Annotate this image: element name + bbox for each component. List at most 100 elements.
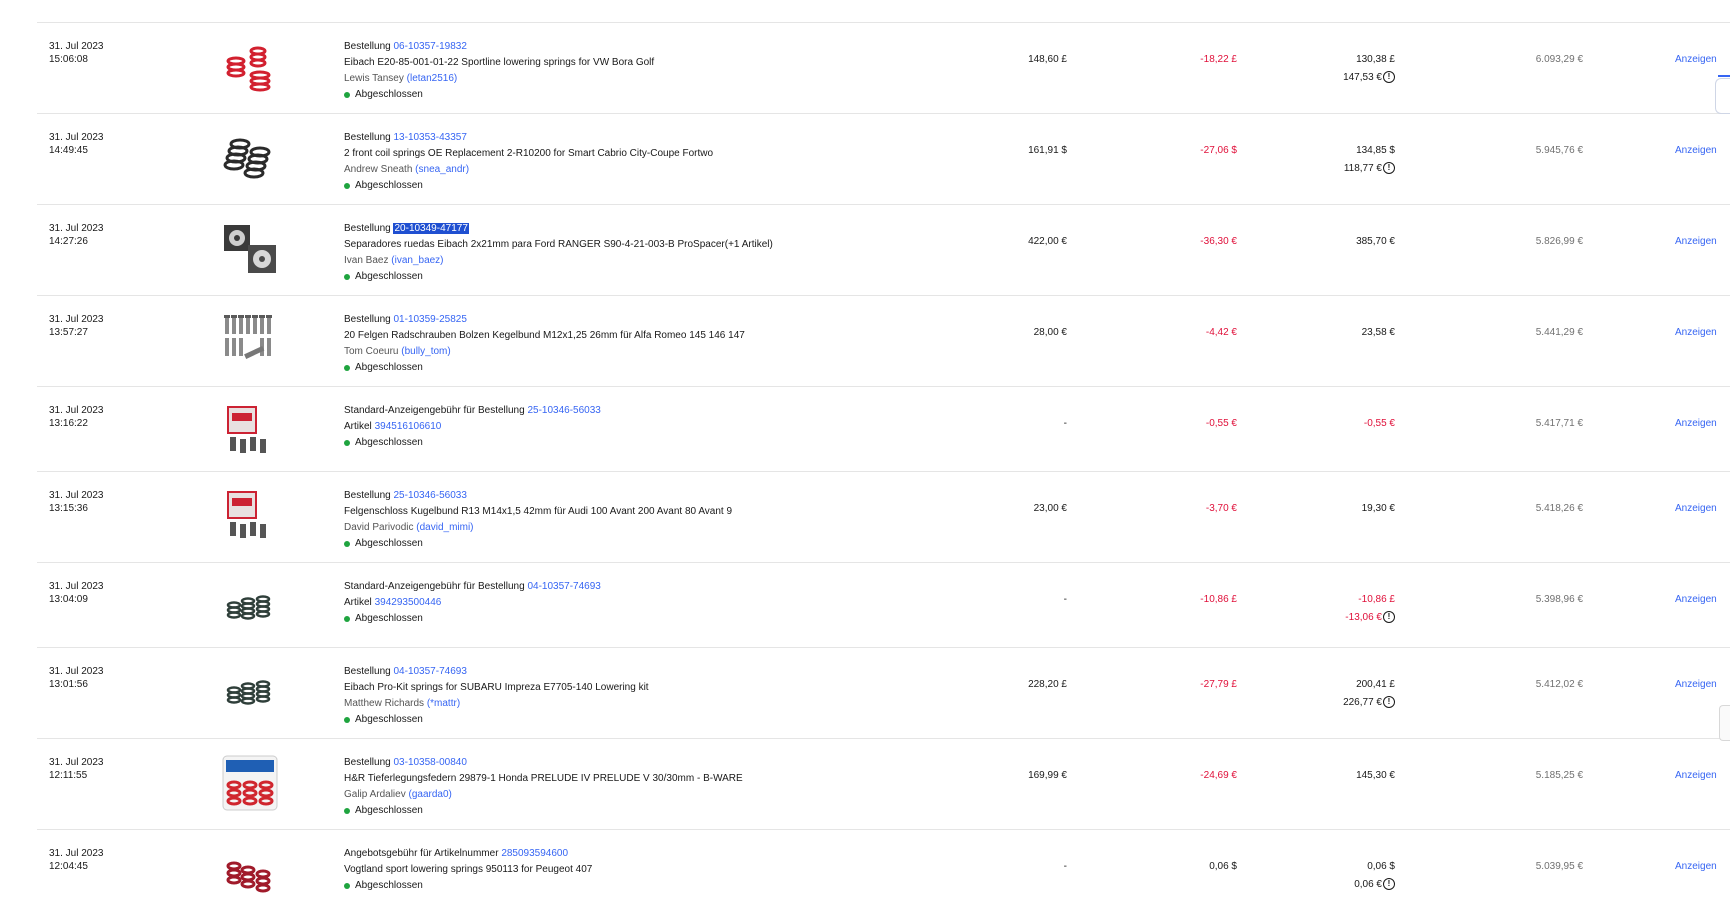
buyer-name: Matthew Richards	[344, 698, 425, 709]
item-title: Vogtland sport lowering springs 950113 f…	[344, 864, 593, 875]
date-cell: 31. Jul 2023 12:04:45	[49, 848, 104, 872]
buyer-id-link[interactable]: (snea_andr)	[415, 164, 469, 175]
view-button[interactable]: Anzeigen	[1675, 415, 1717, 433]
item-thumbnail[interactable]	[222, 221, 278, 277]
transaction-description: Bestellung 25-10346-56033 Felgenschloss …	[344, 488, 904, 552]
table-row: 31. Jul 2023 12:11:55 Bestellung 03-10358…	[37, 739, 1730, 830]
order-link[interactable]: 20-10349-47177	[393, 223, 469, 234]
item-thumbnail[interactable]	[222, 130, 278, 186]
date-cell: 31. Jul 2023 12:11:55	[49, 757, 104, 781]
item-thumbnail[interactable]	[222, 488, 278, 544]
transaction-description: Bestellung 01-10359-25825 20 Felgen Rads…	[344, 312, 904, 376]
net-amount: 19,30 €	[1361, 503, 1395, 514]
item-thumbnail[interactable]	[222, 846, 278, 902]
item-thumbnail[interactable]	[222, 403, 278, 459]
net-amount: -0,55 €	[1363, 418, 1395, 429]
order-amount: 28,00 €	[1033, 327, 1067, 338]
order-amount: 228,20 £	[1028, 679, 1067, 690]
status-badge: Abgeschlossen	[344, 178, 904, 194]
buyer-name: David Parivodic	[344, 522, 414, 533]
buyer-name: Lewis Tansey	[344, 73, 404, 84]
view-button[interactable]: Anzeigen	[1675, 591, 1717, 609]
item-thumbnail[interactable]	[222, 755, 278, 811]
order-amount: 169,99 €	[1028, 770, 1067, 781]
info-icon[interactable]: !	[1383, 611, 1395, 624]
fees-amount: -4,42 €	[1205, 327, 1237, 338]
net-amount: 130,38 £147,53 €!	[1343, 54, 1395, 84]
net-amount: 385,70 €	[1356, 236, 1395, 247]
buyer-id-link[interactable]: (ivan_baez)	[391, 255, 443, 266]
view-button[interactable]: Anzeigen	[1675, 500, 1717, 518]
item-title: Felgenschloss Kugelbund R13 M14x1,5 42mm…	[344, 506, 733, 517]
view-button[interactable]: Anzeigen	[1675, 858, 1717, 876]
status-dot-icon	[344, 92, 350, 98]
item-thumbnail[interactable]	[222, 579, 278, 635]
balance-amount: 5.418,26 €	[1535, 503, 1583, 514]
view-button[interactable]: Anzeigen	[1675, 324, 1717, 342]
balance-amount: 5.039,95 €	[1535, 861, 1583, 872]
status-badge: Abgeschlossen	[344, 360, 904, 376]
article-link[interactable]: 394516106610	[375, 421, 442, 432]
balance-amount: 6.093,29 €	[1535, 54, 1583, 65]
item-thumbnail[interactable]	[222, 312, 278, 368]
fees-amount: -10,86 £	[1200, 594, 1237, 605]
order-link[interactable]: 01-10359-25825	[393, 314, 466, 325]
date-cell: 31. Jul 2023 13:01:56	[49, 666, 104, 690]
status-dot-icon	[344, 717, 350, 723]
view-button[interactable]: Anzeigen	[1675, 51, 1717, 69]
transaction-description: Bestellung 04-10357-74693 Eibach Pro-Kit…	[344, 664, 904, 728]
fees-amount: -3,70 €	[1205, 503, 1237, 514]
info-icon[interactable]: !	[1383, 162, 1395, 175]
balance-amount: 5.185,25 €	[1535, 770, 1583, 781]
table-row: 31. Jul 2023 14:27:26 Bestellung 20-10349…	[37, 205, 1730, 296]
buyer-id-link[interactable]: (letan2516)	[407, 73, 458, 84]
buyer-name: Galip Ardaliev	[344, 789, 406, 800]
order-amount: 161,91 $	[1028, 145, 1067, 156]
order-link[interactable]: 25-10346-56033	[393, 490, 466, 501]
view-button[interactable]: Anzeigen	[1675, 142, 1717, 160]
view-button[interactable]: Anzeigen	[1675, 767, 1717, 785]
transaction-description: Bestellung 20-10349-47177 Separadores ru…	[344, 221, 904, 285]
status-dot-icon	[344, 883, 350, 889]
buyer-name: Andrew Sneath	[344, 164, 413, 175]
order-link[interactable]: 25-10346-56033	[527, 405, 600, 416]
date-cell: 31. Jul 2023 13:04:09	[49, 581, 104, 605]
order-amount: 148,60 £	[1028, 54, 1067, 65]
feedback-tab[interactable]	[1719, 705, 1730, 741]
buyer-id-link[interactable]: (bully_tom)	[401, 346, 450, 357]
item-thumbnail[interactable]	[222, 664, 278, 720]
buyer-id-link[interactable]: (*mattr)	[427, 698, 460, 709]
info-icon[interactable]: !	[1383, 696, 1395, 709]
article-link[interactable]: 394293500446	[375, 597, 442, 608]
order-link[interactable]: 13-10353-43357	[393, 132, 466, 143]
buyer-name: Ivan Baez	[344, 255, 389, 266]
status-badge: Abgeschlossen	[344, 269, 904, 285]
order-amount: 422,00 €	[1028, 236, 1067, 247]
fees-amount: -27,06 $	[1200, 145, 1237, 156]
status-badge: Abgeschlossen	[344, 536, 904, 552]
order-amount: -	[1063, 861, 1067, 872]
view-button[interactable]: Anzeigen	[1675, 676, 1717, 694]
info-icon[interactable]: !	[1383, 878, 1395, 891]
order-link[interactable]: 04-10357-74693	[527, 581, 600, 592]
order-link[interactable]: 04-10357-74693	[393, 666, 466, 677]
buyer-name: Tom Coeuru	[344, 346, 399, 357]
transaction-description: Bestellung 03-10358-00840 H&R Tieferlegu…	[344, 755, 904, 819]
item-thumbnail[interactable]	[222, 39, 278, 95]
status-badge: Abgeschlossen	[344, 878, 904, 894]
order-link[interactable]: 06-10357-19832	[393, 41, 466, 52]
item-number-link[interactable]: 285093594600	[501, 848, 568, 859]
fees-amount: -0,55 €	[1205, 418, 1237, 429]
order-link[interactable]: 03-10358-00840	[393, 757, 466, 768]
buyer-id-link[interactable]: (gaarda0)	[408, 789, 451, 800]
item-title: H&R Tieferlegungsfedern 29879-1 Honda PR…	[344, 773, 743, 784]
side-panel-toggle[interactable]	[1715, 75, 1730, 114]
table-row: 31. Jul 2023 15:06:08 Bestellung 06-10357…	[37, 23, 1730, 114]
order-amount: 23,00 €	[1033, 503, 1067, 514]
view-button[interactable]: Anzeigen	[1675, 233, 1717, 251]
info-icon[interactable]: !	[1383, 71, 1395, 84]
fees-amount: -24,69 €	[1200, 770, 1237, 781]
buyer-id-link[interactable]: (david_mimi)	[416, 522, 473, 533]
table-row: 31. Jul 2023 13:01:56 Bestellung 04-10357…	[37, 648, 1730, 739]
transaction-description: Standard-Anzeigengebühr für Bestellung 2…	[344, 403, 904, 451]
